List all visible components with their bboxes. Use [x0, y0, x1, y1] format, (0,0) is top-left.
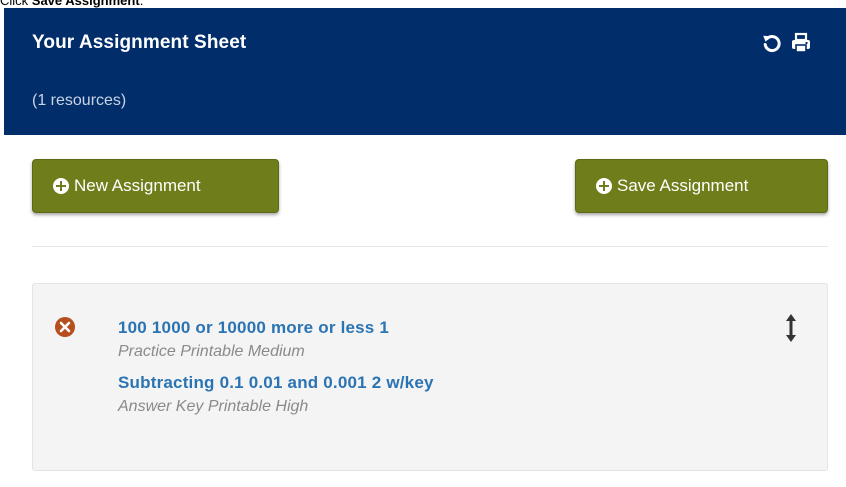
resource-link[interactable]: 100 1000 or 10000 more or less 1 [118, 316, 434, 340]
save-assignment-button[interactable]: Save Assignment [575, 159, 828, 213]
save-assignment-label: Save Assignment [617, 176, 749, 195]
remove-icon[interactable] [54, 316, 76, 338]
instruction-text: Click Save Assignment. [0, 0, 143, 8]
panel-title: Your Assignment Sheet [32, 32, 247, 53]
instruction-prefix: Click [0, 0, 32, 8]
drag-handle-icon[interactable] [785, 314, 797, 342]
resource-link[interactable]: Subtracting 0.1 0.01 and 0.001 2 w/key [118, 371, 434, 395]
new-assignment-button[interactable]: New Assignment [32, 159, 279, 213]
plus-circle-icon [53, 178, 69, 194]
resource-type: Answer Key Printable High [118, 398, 309, 415]
panel-header: Your Assignment Sheet (1 resources) [4, 8, 846, 135]
instruction-target: Save Assignment [31, 0, 140, 8]
resource-card: 100 1000 or 10000 more or less 1 Practic… [32, 283, 828, 471]
reset-icon[interactable] [761, 32, 783, 54]
resource-count: (1 resources) [32, 92, 127, 109]
resource-type: Practice Printable Medium [118, 343, 305, 360]
assignment-sheet-panel: Your Assignment Sheet (1 resources) New … [4, 8, 846, 487]
new-assignment-label: New Assignment [74, 176, 201, 195]
instruction-suffix: . [139, 0, 144, 8]
print-icon[interactable] [790, 32, 812, 54]
plus-circle-icon [596, 178, 612, 194]
divider [32, 246, 828, 247]
resource-list: 100 1000 or 10000 more or less 1 Practic… [118, 316, 434, 426]
